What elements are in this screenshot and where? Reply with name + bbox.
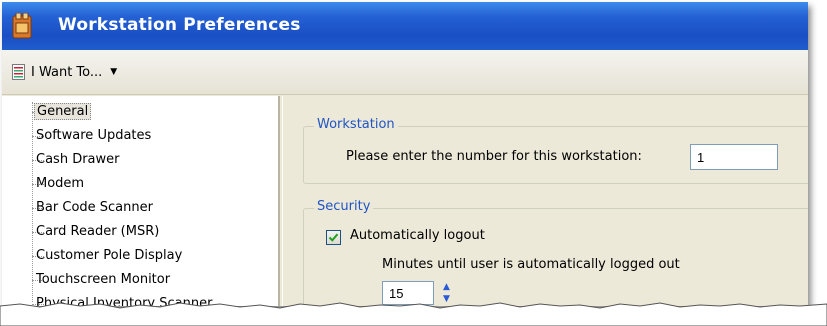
chevron-down-icon: ▼ (110, 67, 118, 77)
tree-item-label: Software Updates (36, 128, 152, 143)
tree-item-software-updates[interactable]: Software Updates (34, 126, 153, 146)
toolbar: I Want To... ▼ (2, 50, 808, 95)
tree-item-customer-pole-display[interactable]: Customer Pole Display (34, 246, 184, 266)
tree-item-bar-code-scanner[interactable]: Bar Code Scanner (34, 198, 155, 218)
app-icon (12, 13, 32, 39)
tree-item-general[interactable]: General (34, 102, 92, 122)
checkmark-icon (328, 233, 339, 242)
window-title: Workstation Preferences (58, 15, 301, 35)
tree-item-label: Card Reader (MSR) (36, 224, 160, 239)
tree-item-card-reader[interactable]: Card Reader (MSR) (34, 222, 161, 242)
document-icon (12, 64, 25, 80)
security-group: Security Automatically logout Minutes un… (303, 199, 808, 306)
workstation-legend: Workstation (314, 117, 398, 132)
torn-edge (0, 302, 827, 326)
workstation-group: Workstation Please enter the number for … (303, 117, 808, 184)
workstation-number-prompt: Please enter the number for this worksta… (346, 149, 642, 164)
tree-item-cash-drawer[interactable]: Cash Drawer (34, 150, 121, 170)
tree-item-label: Touchscreen Monitor (36, 272, 171, 287)
tree-item-label: Modem (36, 176, 85, 191)
tree-item-label: Customer Pole Display (36, 248, 183, 263)
settings-panel: Workstation Please enter the number for … (282, 96, 808, 306)
spin-up-icon[interactable]: ▲ (438, 281, 455, 293)
settings-tree: General Software Updates Cash Drawer Mod… (2, 96, 280, 306)
auto-logout-label: Automatically logout (350, 228, 485, 243)
tree-item-label: Bar Code Scanner (36, 200, 153, 215)
i-want-to-menu-button[interactable]: I Want To... ▼ (12, 61, 117, 83)
i-want-to-label: I Want To... (31, 64, 103, 80)
tree-item-label: Cash Drawer (36, 152, 120, 167)
title-bar: Workstation Preferences (2, 2, 808, 50)
auto-logout-checkbox[interactable] (326, 230, 341, 245)
tree-item-modem[interactable]: Modem (34, 174, 86, 194)
tree-connector (32, 102, 33, 302)
tree-item-label: General (34, 103, 92, 120)
security-legend: Security (314, 199, 374, 214)
minutes-label: Minutes until user is automatically logg… (382, 257, 680, 272)
tree-item-touchscreen-monitor[interactable]: Touchscreen Monitor (34, 270, 172, 290)
preferences-window: Workstation Preferences I Want To... ▼ G… (2, 2, 808, 306)
workstation-number-input[interactable] (690, 144, 778, 170)
